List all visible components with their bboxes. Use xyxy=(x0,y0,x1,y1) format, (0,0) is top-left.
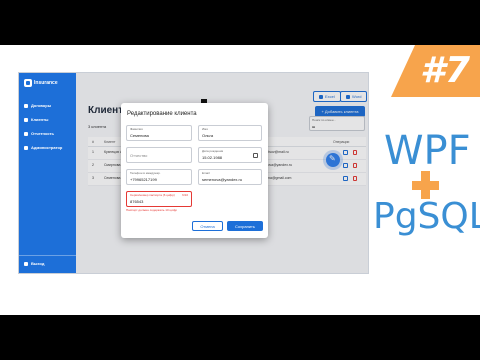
logo-icon xyxy=(24,79,32,87)
dialog-title: Редактирование клиента xyxy=(127,111,197,117)
letterbox-bottom xyxy=(0,315,480,360)
users-icon xyxy=(24,117,28,122)
brand: Insurance xyxy=(24,79,58,87)
sidebar-item-contracts[interactable]: Договоры xyxy=(24,103,51,108)
save-button[interactable]: Сохранить xyxy=(227,221,263,231)
field-label: Телефон в междунар. xyxy=(130,171,161,175)
sidebar-item-label: Клиенты xyxy=(31,117,49,122)
firstname-field[interactable]: Имя Ольга xyxy=(198,125,262,141)
field-label: Фамилия xyxy=(130,127,143,131)
field-label: Серия/номер паспорта (6 цифр) xyxy=(130,193,175,197)
edit-client-dialog: Редактирование клиента Фамилия Семенова … xyxy=(121,103,268,238)
field-value: Ольга xyxy=(202,133,214,138)
calendar-icon[interactable] xyxy=(253,153,258,158)
document-icon xyxy=(24,103,28,108)
sidebar: Insurance Договоры Клиенты Отчетность Ад… xyxy=(19,73,76,273)
field-label: Дата рождения xyxy=(202,149,224,153)
chart-icon xyxy=(24,131,28,136)
gear-icon xyxy=(24,145,28,150)
field-value: semenova@yandex.ru xyxy=(202,177,243,182)
char-counter: 6/10 xyxy=(182,193,188,197)
cancel-button[interactable]: Отмена xyxy=(192,221,223,231)
logout-button[interactable]: Выход xyxy=(24,261,44,266)
sidebar-item-label: Администратор xyxy=(31,145,63,150)
episode-number: #7 xyxy=(420,50,471,91)
patronymic-field[interactable]: Отчество xyxy=(126,147,192,163)
field-value: +79965217199 xyxy=(130,177,157,182)
sidebar-item-reports[interactable]: Отчетность xyxy=(24,131,54,136)
birthdate-field[interactable]: Дата рождения 15.02.1988 xyxy=(198,147,262,163)
sidebar-item-admin[interactable]: Администратор xyxy=(24,145,62,150)
logout-label: Выход xyxy=(31,261,45,266)
lastname-field[interactable]: Фамилия Семенова xyxy=(126,125,192,141)
field-value: Семенова xyxy=(130,133,149,138)
plus-icon-horizontal xyxy=(412,181,439,190)
tech-pgsql: PgSQL xyxy=(373,196,480,237)
validation-error: Паспорт должен содержать 10 цифр xyxy=(126,208,178,212)
phone-field[interactable]: Телефон в междунар. +79965217199 xyxy=(126,169,192,185)
sidebar-item-label: Отчетность xyxy=(31,131,54,136)
field-label: Email xyxy=(202,171,210,175)
tech-wpf: WPF xyxy=(384,128,471,174)
field-placeholder: Отчество xyxy=(130,153,148,158)
sidebar-item-clients[interactable]: Клиенты xyxy=(24,117,48,122)
sidebar-item-label: Договоры xyxy=(31,103,52,108)
logout-icon xyxy=(24,261,28,266)
passport-field[interactable]: Серия/номер паспорта (6 цифр) 6/10 87654… xyxy=(126,191,192,207)
field-value: 876543 xyxy=(130,199,144,204)
divider xyxy=(19,255,76,256)
field-label: Имя xyxy=(202,127,208,131)
field-value: 15.02.1988 xyxy=(202,155,223,160)
brand-name: Insurance xyxy=(34,80,58,86)
letterbox-top xyxy=(0,0,480,45)
email-field[interactable]: Email semenova@yandex.ru xyxy=(198,169,262,185)
